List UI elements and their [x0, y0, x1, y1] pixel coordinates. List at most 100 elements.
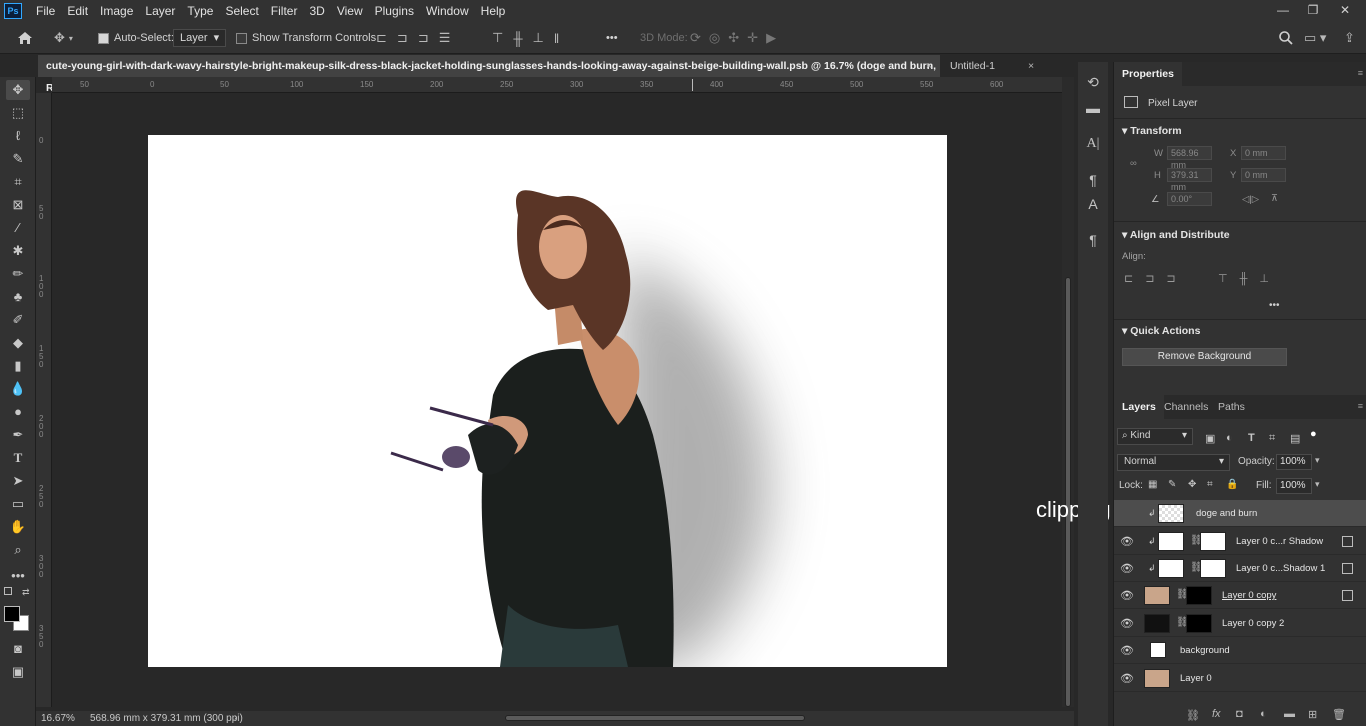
- mode-3d-buttons[interactable]: ⟳ ◎ ✣ ✛ ▶: [690, 22, 776, 54]
- paragraph-styles-icon[interactable]: ¶: [1084, 232, 1102, 252]
- horizontal-scrollbar[interactable]: [255, 713, 1055, 723]
- distribute-vertical-icon[interactable]: ‖: [554, 31, 559, 46]
- close-tab-icon[interactable]: ×: [1028, 55, 1034, 77]
- y-field[interactable]: 0 mm: [1241, 168, 1286, 182]
- swap-colors-icon[interactable]: ⇄: [22, 587, 30, 598]
- align-bottom-icon[interactable]: ⊥: [533, 30, 544, 46]
- roll-3d-icon[interactable]: ◎: [709, 30, 720, 46]
- layer-name[interactable]: doge and burn: [1196, 508, 1257, 519]
- close-window-button[interactable]: ✕: [1330, 0, 1360, 22]
- layer-row[interactable]: 👁 ↲ ⛓ Layer 0 c...r Shadow: [1114, 528, 1366, 555]
- scrollbar-thumb[interactable]: [1065, 277, 1071, 707]
- fill-dropdown-icon[interactable]: ▾: [1315, 479, 1320, 490]
- history-brush-tool-icon[interactable]: ✐: [6, 310, 30, 330]
- more-options-button[interactable]: •••: [606, 22, 618, 54]
- align-section-title[interactable]: ▾ Align and Distribute: [1122, 229, 1230, 241]
- visibility-eye-icon[interactable]: 👁: [1120, 589, 1134, 602]
- align-left-icon[interactable]: ⊏: [376, 30, 387, 46]
- filter-kind-dropdown[interactable]: ⌕ Kind ▾: [1117, 428, 1193, 445]
- default-colors-icon[interactable]: [4, 587, 12, 595]
- align-right-icon[interactable]: ⊐: [418, 30, 429, 46]
- menu-file[interactable]: File: [30, 4, 61, 18]
- filter-type-icon[interactable]: T: [1248, 432, 1255, 444]
- visibility-eye-icon[interactable]: 👁: [1120, 535, 1134, 548]
- close-tab-icon[interactable]: ×: [926, 55, 932, 77]
- home-icon[interactable]: [16, 22, 34, 54]
- menu-help[interactable]: Help: [475, 4, 512, 18]
- panel-menu-icon[interactable]: ≡: [1358, 401, 1363, 411]
- paragraph-icon[interactable]: ¶: [1084, 172, 1102, 192]
- move-tool-icon[interactable]: ✥: [6, 80, 30, 100]
- tab-channels[interactable]: Channels: [1156, 395, 1216, 419]
- eyedropper-tool-icon[interactable]: ⁄: [6, 218, 30, 238]
- status-menu-arrow[interactable]: ›: [234, 712, 237, 723]
- layer-name[interactable]: Layer 0 copy: [1222, 590, 1276, 601]
- quick-mask-icon[interactable]: ◙: [6, 639, 30, 659]
- search-icon[interactable]: [1278, 22, 1294, 54]
- quick-actions-title[interactable]: ▾ Quick Actions: [1122, 325, 1200, 337]
- menu-window[interactable]: Window: [420, 4, 475, 18]
- adjustment-layer-icon[interactable]: ◐: [1260, 708, 1267, 720]
- layer-row[interactable]: ↲ doge and burn: [1114, 500, 1366, 527]
- path-selection-tool-icon[interactable]: ➤: [6, 471, 30, 491]
- distribute-icon[interactable]: ☰: [439, 30, 451, 46]
- lock-pixels-icon[interactable]: ✎: [1168, 479, 1176, 490]
- blend-mode-dropdown[interactable]: Normal ▾: [1117, 454, 1230, 471]
- screen-mode-icon[interactable]: ▣: [6, 662, 30, 682]
- show-transform-controls-checkbox[interactable]: Show Transform Controls: [236, 22, 376, 54]
- visibility-eye-icon[interactable]: 👁: [1120, 562, 1134, 575]
- menu-layer[interactable]: Layer: [139, 4, 181, 18]
- align-middle-icon[interactable]: ╫: [513, 31, 522, 46]
- zoom-level[interactable]: 16.67%: [41, 713, 75, 724]
- filter-adjustment-icon[interactable]: ◐: [1226, 432, 1233, 444]
- layer-name[interactable]: Layer 0 copy 2: [1222, 618, 1284, 629]
- dodge-tool-icon[interactable]: ●: [6, 402, 30, 422]
- layer-name[interactable]: Layer 0 c...r Shadow: [1236, 536, 1323, 547]
- layer-style-icon[interactable]: fx: [1212, 708, 1221, 720]
- workspace-icon[interactable]: ▭ ▾: [1304, 22, 1326, 54]
- lock-artboard-icon[interactable]: ⌗: [1207, 479, 1213, 490]
- blur-tool-icon[interactable]: 💧: [6, 379, 30, 399]
- share-icon[interactable]: ⇪: [1344, 22, 1355, 54]
- healing-brush-tool-icon[interactable]: ✱: [6, 241, 30, 261]
- flip-vertical-icon[interactable]: ⊼: [1271, 193, 1278, 204]
- eraser-tool-icon[interactable]: ◆: [6, 333, 30, 353]
- new-group-icon[interactable]: ▬: [1284, 708, 1295, 720]
- width-field[interactable]: 568.96 mm: [1167, 146, 1212, 170]
- layer-name[interactable]: Layer 0: [1180, 673, 1212, 684]
- filter-toggle-icon[interactable]: ●: [1310, 428, 1317, 440]
- frame-tool-icon[interactable]: ⊠: [6, 195, 30, 215]
- transform-section-title[interactable]: ▾ Transform: [1122, 125, 1182, 137]
- gradient-tool-icon[interactable]: ▮: [6, 356, 30, 376]
- tab-paths[interactable]: Paths: [1210, 395, 1253, 419]
- layer-row[interactable]: 👁 ⛓ Layer 0 copy 2: [1114, 610, 1366, 637]
- flip-horizontal-icon[interactable]: ◁|▷: [1242, 194, 1259, 205]
- scale-3d-icon[interactable]: ▶: [766, 30, 776, 46]
- menu-image[interactable]: Image: [94, 4, 139, 18]
- crop-tool-icon[interactable]: ⌗: [6, 172, 30, 192]
- pan-3d-icon[interactable]: ✣: [728, 30, 739, 46]
- remove-background-button[interactable]: Remove Background: [1122, 348, 1287, 366]
- align-top-icon[interactable]: ⊤: [492, 30, 503, 46]
- marquee-tool-icon[interactable]: ⬚: [6, 103, 30, 123]
- menu-select[interactable]: Select: [219, 4, 264, 18]
- x-field[interactable]: 0 mm: [1241, 146, 1286, 160]
- scrollbar-thumb[interactable]: [505, 715, 805, 721]
- tab-untitled[interactable]: Untitled-1 ×: [942, 55, 1042, 77]
- comments-icon[interactable]: ▬: [1084, 100, 1102, 120]
- zoom-tool-icon[interactable]: ⌕: [6, 540, 30, 560]
- filter-pixel-icon[interactable]: ▣: [1205, 432, 1215, 445]
- align-center-icon[interactable]: ⊐: [397, 30, 408, 46]
- auto-select-checkbox[interactable]: Auto-Select:: [98, 22, 174, 54]
- auto-select-dropdown[interactable]: Layer ▾: [173, 22, 227, 54]
- visibility-eye-icon[interactable]: 👁: [1120, 672, 1134, 685]
- menu-filter[interactable]: Filter: [265, 4, 304, 18]
- restore-button[interactable]: ❐: [1298, 0, 1328, 22]
- hand-tool-icon[interactable]: ✋: [6, 517, 30, 537]
- layer-name[interactable]: Layer 0 c...Shadow 1: [1236, 563, 1325, 574]
- opacity-dropdown-icon[interactable]: ▾: [1315, 455, 1320, 466]
- filter-shape-icon[interactable]: ⌗: [1269, 432, 1275, 445]
- vertical-scrollbar[interactable]: [1062, 77, 1074, 707]
- opacity-field[interactable]: 100%: [1276, 454, 1312, 470]
- clone-stamp-tool-icon[interactable]: ♣: [6, 287, 30, 307]
